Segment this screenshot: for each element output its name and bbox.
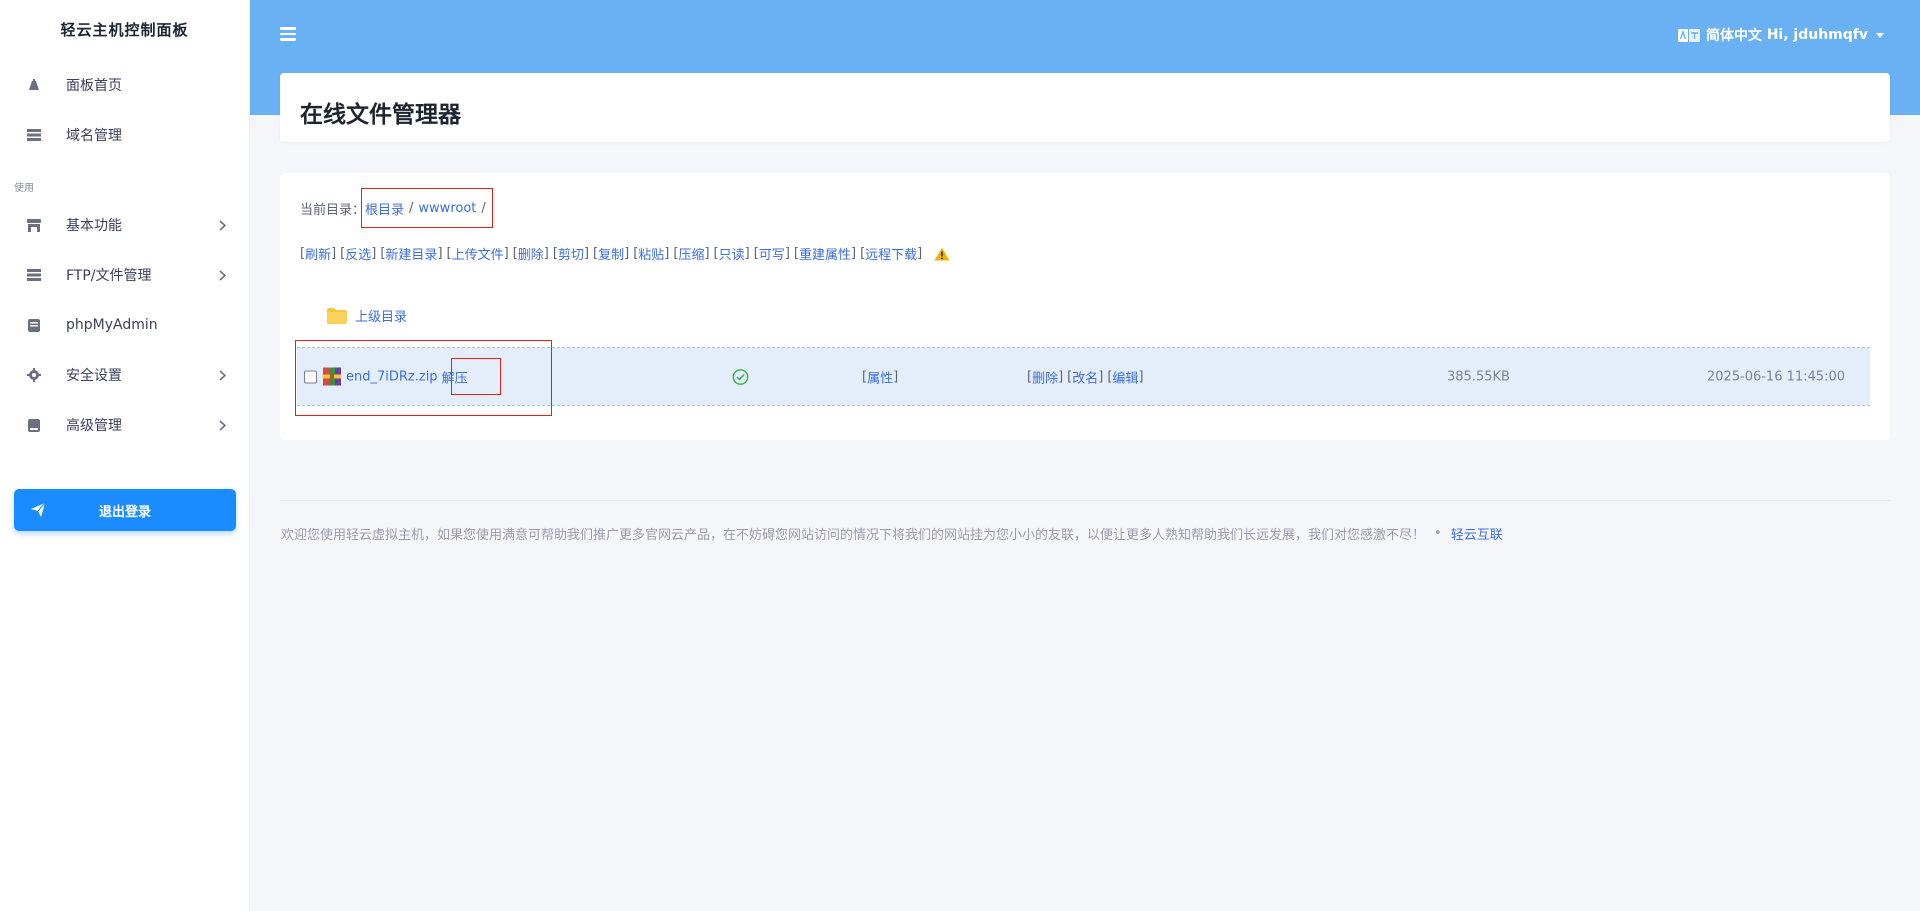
toolbar-cut[interactable]: 剪切 — [558, 244, 584, 263]
footer-link[interactable]: 轻云互联 — [1451, 524, 1503, 543]
toolbar-remote-download[interactable]: 远程下载 — [865, 244, 917, 263]
menu-toggle-icon[interactable] — [280, 27, 296, 41]
edit-file-link[interactable]: 编辑 — [1112, 367, 1138, 386]
book-icon — [27, 418, 41, 432]
language-switcher[interactable]: 简体中文 — [1678, 25, 1762, 45]
chevron-right-icon — [217, 419, 227, 431]
footer-divider — [280, 500, 1890, 501]
toolbar-upload[interactable]: 上传文件 — [452, 244, 504, 263]
sidebar-item-label: 面板首页 — [66, 78, 122, 94]
sidebar-item-security[interactable]: 安全设置 — [0, 350, 249, 400]
sidebar-section-label: 使用 — [14, 183, 34, 194]
server-icon — [27, 128, 41, 142]
page-title-card: 在线文件管理器 — [280, 73, 1890, 142]
user-greeting: Hi, jduhmqfv — [1766, 27, 1868, 43]
file-modified-date: 2025-06-16 11:45:00 — [1706, 369, 1845, 384]
chevron-right-icon — [217, 219, 227, 231]
database-icon — [27, 318, 41, 332]
gear-icon — [27, 368, 41, 382]
parent-directory-link[interactable]: 上级目录 — [327, 306, 407, 325]
sidebar-item-label: 域名管理 — [66, 128, 122, 144]
parent-directory-label: 上级目录 — [355, 310, 408, 325]
sidebar-item-label: FTP/文件管理 — [66, 268, 152, 284]
check-circle-icon — [732, 368, 749, 385]
file-toolbar: [刷新] [反选] [新建目录] [上传文件] [删除] [剪切] [复制] [… — [300, 244, 950, 263]
brand-title: 轻云主机控制面板 — [60, 20, 189, 39]
server-icon — [27, 268, 41, 282]
sidebar-item-label: 基本功能 — [66, 218, 122, 234]
footer-dot: • — [1434, 526, 1442, 541]
translate-icon — [1678, 28, 1700, 42]
file-manager-panel: 当前目录： 根目录 / wwwroot / [刷新] [反选] [新建目录] [… — [280, 173, 1890, 440]
language-label: 简体中文 — [1706, 28, 1762, 44]
rename-file-link[interactable]: 改名 — [1072, 367, 1098, 386]
toolbar-new-folder[interactable]: 新建目录 — [385, 244, 437, 263]
sidebar: 轻云主机控制面板 面板首页 域名管理 使用 基本功能 FTP/文件管理 phpM… — [0, 0, 250, 911]
sidebar-item-phpmyadmin[interactable]: phpMyAdmin — [0, 300, 249, 350]
sidebar-item-label: 高级管理 — [66, 418, 122, 434]
dashboard-icon — [27, 78, 41, 92]
sidebar-item-advanced[interactable]: 高级管理 — [0, 400, 249, 450]
paper-plane-icon — [30, 502, 46, 518]
chevron-right-icon — [217, 269, 227, 281]
sidebar-item-ftp[interactable]: FTP/文件管理 — [0, 250, 249, 300]
file-size: 385.55KB — [1447, 369, 1510, 384]
sidebar-item-domains[interactable]: 域名管理 — [0, 110, 249, 160]
sidebar-item-label: 安全设置 — [66, 368, 122, 384]
annotation-box-extract — [451, 358, 501, 395]
user-menu[interactable]: Hi, jduhmqfv — [1767, 25, 1884, 45]
toolbar-compress[interactable]: 压缩 — [678, 244, 704, 263]
sidebar-item-label: phpMyAdmin — [66, 317, 158, 333]
folder-icon — [327, 307, 347, 324]
footer: 欢迎您使用轻云虚拟主机，如果您使用满意可帮助我们推广更多官网云产品，在不妨碍您网… — [281, 524, 1503, 543]
toolbar-rebuild-attrs[interactable]: 重建属性 — [799, 244, 851, 263]
logout-button[interactable]: 退出登录 — [14, 489, 236, 531]
toolbar-invert-select[interactable]: 反选 — [345, 244, 371, 263]
store-icon — [27, 218, 41, 232]
toolbar-paste[interactable]: 粘贴 — [638, 244, 664, 263]
logout-label: 退出登录 — [98, 504, 151, 520]
annotation-box-breadcrumb — [361, 188, 493, 228]
caret-down-icon — [1876, 32, 1884, 38]
chevron-right-icon — [217, 369, 227, 381]
toolbar-readonly[interactable]: 只读 — [719, 244, 745, 263]
page-title: 在线文件管理器 — [300, 102, 461, 128]
sidebar-item-dashboard[interactable]: 面板首页 — [0, 60, 249, 110]
toolbar-copy[interactable]: 复制 — [598, 244, 624, 263]
toolbar-writable[interactable]: 可写 — [759, 244, 785, 263]
toolbar-delete[interactable]: 删除 — [518, 244, 544, 263]
properties-link[interactable]: 属性 — [867, 367, 893, 386]
sidebar-item-basic[interactable]: 基本功能 — [0, 200, 249, 250]
footer-text: 欢迎您使用轻云虚拟主机，如果您使用满意可帮助我们推广更多官网云产品，在不妨碍您网… — [281, 528, 1426, 543]
delete-file-link[interactable]: 删除 — [1032, 367, 1058, 386]
current-dir-label: 当前目录： — [300, 203, 366, 218]
toolbar-refresh[interactable]: 刷新 — [305, 244, 331, 263]
warning-icon[interactable] — [934, 247, 950, 261]
annotation-box-file — [295, 340, 552, 416]
